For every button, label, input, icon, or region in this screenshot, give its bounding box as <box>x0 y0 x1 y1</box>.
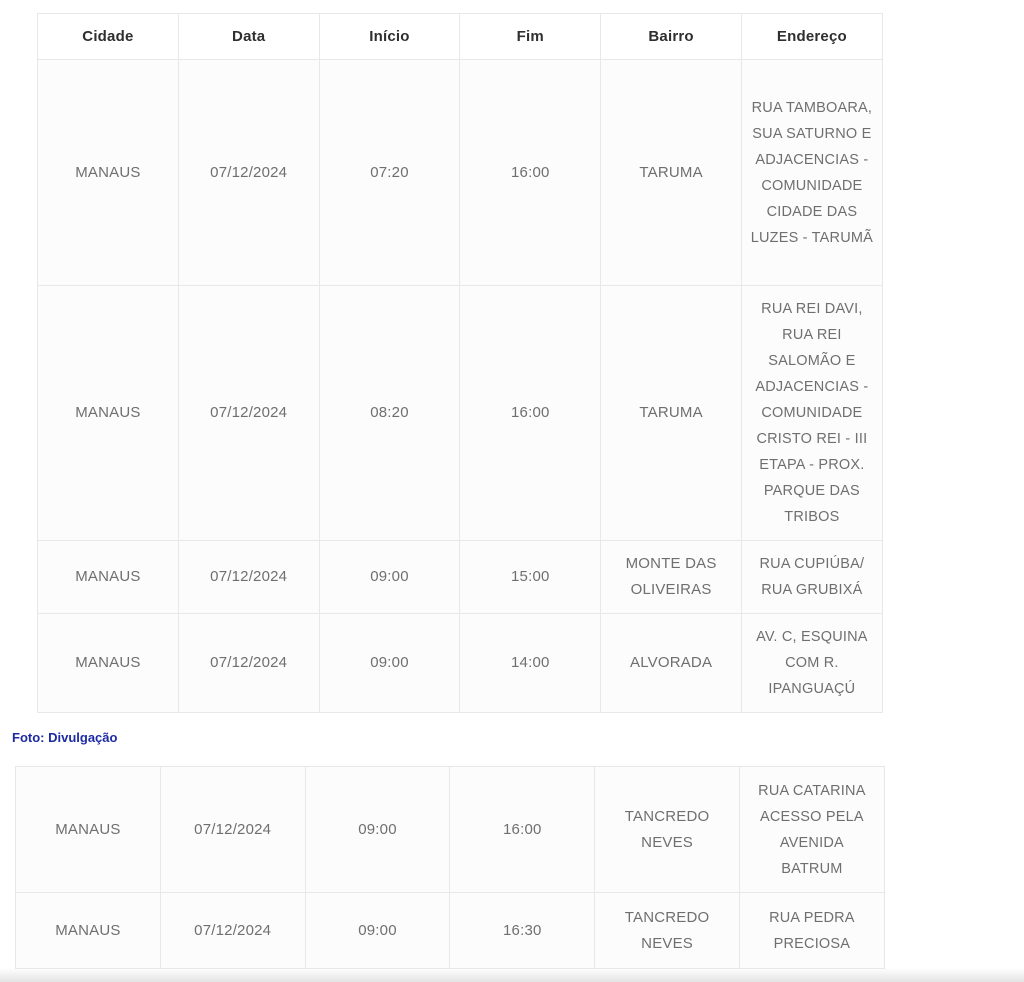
cell-endereco: RUA REI DAVI, RUA REI SALOMÃO E ADJACENC… <box>740 285 883 541</box>
cell-endereco: RUA PEDRA PRECIOSA <box>738 892 885 969</box>
cell-bairro: ALVORADA <box>600 613 742 713</box>
table-row: MANAUS 07/12/2024 09:00 16:00 TANCREDO N… <box>15 766 885 893</box>
table-header-row: Cidade Data Início Fim Bairro Endereço <box>37 13 883 60</box>
cell-cidade: MANAUS <box>37 540 179 614</box>
cell-cidade: MANAUS <box>15 766 161 893</box>
header-cidade: Cidade <box>37 13 179 60</box>
cell-endereco: RUA CATARINA ACESSO PELA AVENIDA BATRUM <box>738 766 885 893</box>
cell-endereco: AV. C, ESQUINA COM R. IPANGUAÇÚ <box>740 613 883 713</box>
header-fim: Fim <box>459 13 602 60</box>
bottom-fade <box>0 968 1024 982</box>
cell-bairro: TANCREDO NEVES <box>594 892 740 969</box>
cell-fim: 16:00 <box>459 285 602 541</box>
cell-fim: 14:00 <box>459 613 602 713</box>
schedule-table-bottom: MANAUS 07/12/2024 09:00 16:00 TANCREDO N… <box>15 766 885 969</box>
cell-fim: 16:00 <box>449 766 596 893</box>
cell-data: 07/12/2024 <box>177 613 320 713</box>
cell-endereco: RUA CUPIÚBA/ RUA GRUBIXÁ <box>740 540 883 614</box>
cell-cidade: MANAUS <box>37 59 179 286</box>
table-row: MANAUS 07/12/2024 09:00 15:00 MONTE DAS … <box>37 540 883 614</box>
header-inicio: Início <box>318 13 461 60</box>
cell-inicio: 09:00 <box>318 613 461 713</box>
table-row: MANAUS 07/12/2024 09:00 14:00 ALVORADA A… <box>37 613 883 713</box>
cell-data: 07/12/2024 <box>159 766 306 893</box>
cell-inicio: 09:00 <box>318 540 461 614</box>
photo-caption: Foto: Divulgação <box>12 730 118 745</box>
cell-cidade: MANAUS <box>37 613 179 713</box>
table-row: MANAUS 07/12/2024 09:00 16:30 TANCREDO N… <box>15 892 885 969</box>
cell-cidade: MANAUS <box>15 892 161 969</box>
cell-inicio: 09:00 <box>304 766 451 893</box>
header-data: Data <box>177 13 320 60</box>
cell-endereco: RUA TAMBOARA, SUA SATURNO E ADJACENCIAS … <box>740 59 883 286</box>
cell-inicio: 07:20 <box>318 59 461 286</box>
cell-data: 07/12/2024 <box>159 892 306 969</box>
cell-bairro: MONTE DAS OLIVEIRAS <box>600 540 742 614</box>
header-bairro: Bairro <box>600 13 742 60</box>
header-endereco: Endereço <box>740 13 883 60</box>
cell-bairro: TARUMA <box>600 59 742 286</box>
page: Cidade Data Início Fim Bairro Endereço M… <box>0 0 1024 982</box>
cell-data: 07/12/2024 <box>177 285 320 541</box>
cell-inicio: 09:00 <box>304 892 451 969</box>
cell-bairro: TARUMA <box>600 285 742 541</box>
cell-bairro: TANCREDO NEVES <box>594 766 740 893</box>
cell-fim: 16:00 <box>459 59 602 286</box>
cell-fim: 15:00 <box>459 540 602 614</box>
cell-cidade: MANAUS <box>37 285 179 541</box>
cell-fim: 16:30 <box>449 892 596 969</box>
schedule-table-top: Cidade Data Início Fim Bairro Endereço M… <box>37 13 883 713</box>
cell-data: 07/12/2024 <box>177 540 320 614</box>
cell-inicio: 08:20 <box>318 285 461 541</box>
table-row: MANAUS 07/12/2024 07:20 16:00 TARUMA RUA… <box>37 59 883 286</box>
cell-data: 07/12/2024 <box>177 59 320 286</box>
table-row: MANAUS 07/12/2024 08:20 16:00 TARUMA RUA… <box>37 285 883 541</box>
